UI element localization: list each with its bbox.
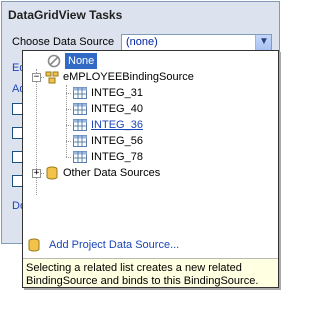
table-icon (73, 103, 87, 115)
table-icon (73, 135, 87, 147)
table-icon (73, 87, 87, 99)
database-icon (28, 238, 40, 252)
add-project-data-source-label: Add Project Data Source... (49, 239, 180, 251)
none-icon (47, 54, 61, 68)
data-source-dropdown: None − eMPLOYEEBindingSource INTEG_31 IN… (22, 50, 279, 288)
chevron-down-icon: ▼ (259, 36, 269, 47)
data-source-combo[interactable]: (none) ▼ (121, 34, 272, 51)
hint-text: Selecting a related list creates a new r… (23, 258, 278, 287)
tree-item-label: INTEG_31 (91, 87, 143, 99)
tree-item-label: INTEG_36 (91, 119, 143, 131)
combo-value: (none) (126, 36, 158, 48)
tree-item-label: INTEG_78 (91, 151, 143, 163)
expand-icon[interactable]: + (32, 169, 41, 178)
database-icon (46, 166, 58, 180)
tree-item-label: None (65, 53, 98, 69)
panel-title: DataGridView Tasks (8, 8, 123, 22)
combo-dropdown-button[interactable]: ▼ (255, 35, 271, 50)
table-icon (73, 151, 87, 163)
tree-item-label: eMPLOYEEBindingSource (63, 71, 194, 83)
binding-source-icon (45, 71, 59, 84)
table-icon (73, 119, 87, 131)
tree-item-label: INTEG_56 (91, 135, 143, 147)
collapse-icon[interactable]: − (32, 73, 41, 82)
choose-data-source-label: Choose Data Source (12, 36, 115, 48)
tree-item-label: INTEG_40 (91, 103, 143, 115)
tree-item-label: Other Data Sources (63, 167, 161, 179)
